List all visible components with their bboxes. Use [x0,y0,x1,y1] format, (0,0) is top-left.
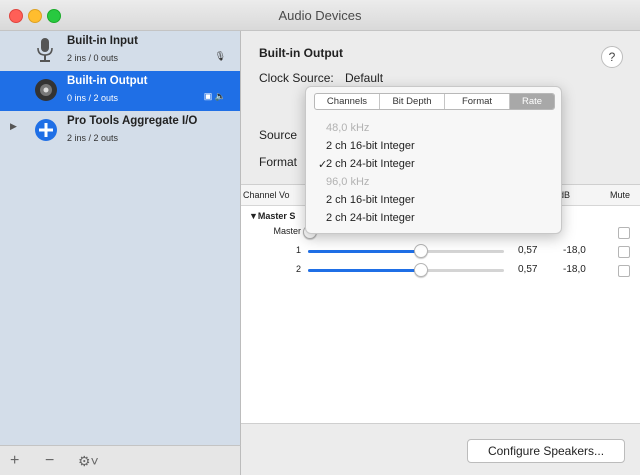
device-item-built-in-output[interactable]: Built-in Output 0 ins / 2 outs ▣ 🔈 [0,71,240,111]
window-title: Audio Devices [278,8,362,23]
device-io-count: 2 ins / 2 outs [67,133,119,143]
channel-1-value: 0,57 [518,245,538,256]
channel-2-mute-checkbox[interactable] [618,265,630,277]
plus-circle-icon [34,117,57,143]
help-button[interactable]: ? [601,46,623,68]
device-item-built-in-input[interactable]: Built-in Input 2 ins / 0 outs 🎙 [0,31,240,71]
channel-1-slider-knob[interactable] [414,244,428,258]
clock-source-popup[interactable]: Default [345,71,383,85]
configure-speakers-button[interactable]: Configure Speakers... [467,439,625,463]
device-name: Pro Tools Aggregate I/O [67,115,198,127]
channel-2-volume-fill [308,269,420,272]
audio-devices-window: Audio Devices Built-in Input 2 ins / 0 o… [0,0,640,475]
gear-menu-icon[interactable]: ⚙˅ [78,453,99,470]
column-channel-volume[interactable]: Channel Vo [243,190,290,200]
channel-2-value: 0,57 [518,264,538,275]
channel-2-slider-knob[interactable] [414,263,428,277]
format-label: Format [259,155,298,169]
format-option-48-16bit[interactable]: 2 ch 16-bit Integer [326,140,415,152]
output-badge-icon: ▣ 🔈 [203,91,226,101]
rate-header-96khz: 96,0 kHz [326,176,370,188]
format-option-96-24bit[interactable]: 2 ch 24-bit Integer [326,212,415,224]
channel-2-db: -18,0 [563,264,586,275]
add-device-button[interactable]: + [10,452,19,470]
master-mute-checkbox[interactable] [618,227,630,239]
master-stream-group[interactable]: ▼Master S [249,211,295,221]
device-item-pro-tools-aggregate[interactable]: ▶ Pro Tools Aggregate I/O 2 ins / 2 outs [0,111,240,151]
device-io-count: 0 ins / 2 outs [67,93,119,103]
format-option-96-16bit[interactable]: 2 ch 16-bit Integer [326,194,415,206]
channel-1-db: -18,0 [563,245,586,256]
input-badge-icon: 🎙 [214,51,226,61]
format-popover: Channels Bit Depth Format Rate 48,0 kHz … [305,86,562,234]
device-name: Built-in Output [67,75,148,87]
tab-channels[interactable]: Channels [315,94,380,109]
tab-rate[interactable]: Rate [510,94,554,109]
row-label: 1 [295,245,301,255]
device-name: Built-in Input [67,35,138,47]
device-title: Built-in Output [259,46,343,60]
rate-header-48khz: 48,0 kHz [326,122,370,134]
device-sidebar: Built-in Input 2 ins / 0 outs 🎙 Built-in… [0,31,241,445]
format-option-48-24bit[interactable]: 2 ch 24-bit Integer [326,158,415,170]
title-bar: Audio Devices [0,0,640,31]
clock-source-label: Clock Source: [259,71,334,85]
speaker-icon [34,77,57,103]
remove-device-button[interactable]: − [45,452,54,470]
disclosure-triangle-icon[interactable]: ▶ [10,121,17,132]
microphone-icon [34,37,56,63]
row-label: 2 [295,264,301,274]
device-io-count: 2 ins / 0 outs [67,53,119,63]
tab-bit-depth[interactable]: Bit Depth [380,94,445,109]
row-label: Master [273,226,301,236]
tab-format[interactable]: Format [445,94,510,109]
channel-1-volume-fill [308,250,420,253]
channel-1-mute-checkbox[interactable] [618,246,630,258]
sidebar-toolbar: + − ⚙˅ [0,445,241,475]
format-sort-segmented-control: Channels Bit Depth Format Rate [314,93,555,110]
source-label: Source [259,128,298,142]
column-mute[interactable]: Mute [610,190,630,200]
